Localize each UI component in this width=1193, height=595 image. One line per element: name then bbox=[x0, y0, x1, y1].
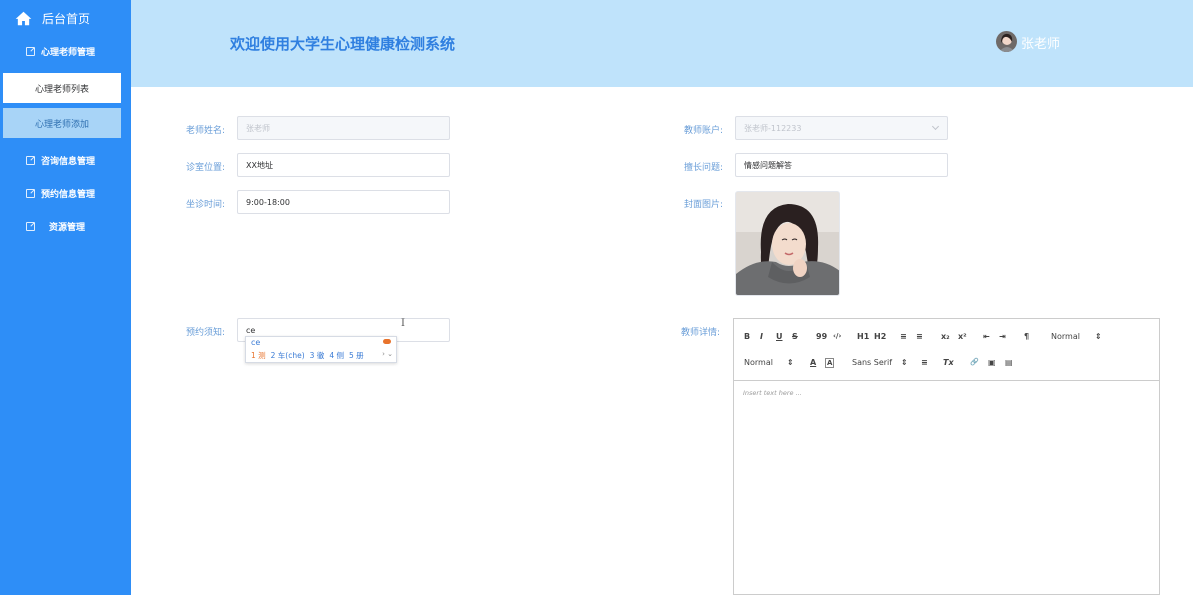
sidebar-item-label: 心理老师添加 bbox=[34, 119, 89, 130]
sidebar-item-label: 心理老师列表 bbox=[34, 84, 89, 95]
notice-label: 预约须知: bbox=[185, 328, 225, 338]
align-button[interactable]: ≡ bbox=[921, 358, 928, 367]
strike-button[interactable]: S bbox=[792, 332, 798, 341]
sidebar-item-teacher-add[interactable]: 心理老师添加 bbox=[3, 108, 121, 138]
ime-candidate-popup[interactable]: ce 1 测 2 车(che) 3 徹 4 侧 5 册 › ⌄ bbox=[245, 336, 397, 363]
location-input[interactable]: XX地址 bbox=[237, 153, 450, 177]
code-block-button[interactable]: ‹/› bbox=[833, 332, 841, 340]
ordered-list-button[interactable]: ≡ bbox=[900, 332, 907, 341]
chevron-down-icon bbox=[931, 122, 940, 131]
sidebar-item-teacher-list[interactable]: 心理老师列表 bbox=[3, 73, 121, 103]
ime-candidate[interactable]: 2 车(che) bbox=[271, 350, 305, 361]
specialty-input[interactable]: 情感问题解答 bbox=[735, 153, 948, 177]
hours-value: 9:00-18:00 bbox=[246, 197, 290, 207]
account-select: 张老师-112233 bbox=[735, 116, 948, 140]
chevron-updown-icon: ⇕ bbox=[901, 358, 908, 367]
edit-icon bbox=[26, 46, 35, 56]
hours-label: 坐诊时间: bbox=[185, 200, 225, 210]
menu-label: 心理老师管理 bbox=[41, 47, 96, 58]
menu-label: 资源管理 bbox=[49, 222, 86, 233]
name-value: 张老师 bbox=[246, 123, 270, 133]
indent-button[interactable]: ⇥ bbox=[999, 332, 1006, 341]
ime-candidate[interactable]: 4 侧 bbox=[329, 350, 344, 361]
link-icon[interactable]: 🔗 bbox=[970, 358, 979, 366]
clean-format-button[interactable]: Tx bbox=[943, 358, 954, 367]
home-icon bbox=[15, 11, 32, 25]
ime-typed-text: ce bbox=[251, 338, 261, 347]
size-select[interactable]: Normal bbox=[1051, 332, 1080, 341]
ime-candidate[interactable]: 1 测 bbox=[251, 350, 266, 361]
menu-teacher-management[interactable]: 心理老师管理 bbox=[26, 43, 95, 59]
underline-button[interactable]: U bbox=[776, 332, 783, 341]
hours-input[interactable]: 9:00-18:00 bbox=[237, 190, 450, 214]
editor-placeholder: Insert text here ... bbox=[743, 389, 802, 397]
page-title: 欢迎使用大学生心理健康检测系统 bbox=[230, 35, 456, 53]
chevron-updown-icon: ⇕ bbox=[787, 358, 794, 367]
font-select[interactable]: Sans Serif bbox=[852, 358, 892, 367]
specialty-label: 擅长问题: bbox=[683, 163, 723, 173]
edit-icon bbox=[26, 221, 35, 231]
header1-button[interactable]: H1 bbox=[857, 332, 869, 341]
text-cursor-icon: I bbox=[401, 318, 405, 329]
avatar[interactable] bbox=[996, 31, 1017, 52]
user-name[interactable]: 张老师 bbox=[1021, 33, 1060, 52]
menu-appointment-management[interactable]: 预约信息管理 bbox=[26, 185, 95, 201]
header: 欢迎使用大学生心理健康检测系统 张老师 bbox=[131, 0, 1193, 87]
header2-button[interactable]: H2 bbox=[874, 332, 886, 341]
account-label: 教师账户: bbox=[683, 126, 723, 136]
ime-candidates: 1 测 2 车(che) 3 徹 4 侧 5 册 bbox=[251, 350, 369, 361]
editor-toolbar: B I U S 99 ‹/› H1 H2 ≡ ≡ x₂ x² ⇤ ⇥ ¶ Nor… bbox=[734, 319, 1159, 381]
home-link[interactable]: 后台首页 bbox=[15, 9, 90, 27]
chevron-updown-icon: ⇕ bbox=[1095, 332, 1102, 341]
subscript-button[interactable]: x₂ bbox=[941, 332, 950, 341]
ime-logo-icon bbox=[383, 339, 391, 344]
italic-button[interactable]: I bbox=[760, 332, 763, 341]
ime-candidate[interactable]: 3 徹 bbox=[310, 350, 325, 361]
sidebar: 后台首页 心理老师管理 心理老师列表 心理老师添加 咨询信息管理 预约信息管理 … bbox=[0, 0, 131, 595]
edit-icon bbox=[26, 155, 35, 165]
account-value: 张老师-112233 bbox=[744, 123, 802, 133]
notice-value: ce bbox=[246, 325, 256, 335]
name-label: 老师姓名: bbox=[185, 126, 225, 136]
bullet-list-button[interactable]: ≡ bbox=[916, 332, 923, 341]
background-color-button[interactable]: A bbox=[825, 358, 835, 368]
detail-label: 教师详情: bbox=[680, 328, 720, 338]
menu-resource-management[interactable]: 资源管理 bbox=[26, 218, 85, 234]
menu-label: 咨询信息管理 bbox=[41, 156, 96, 167]
name-input: 张老师 bbox=[237, 116, 450, 140]
blockquote-button[interactable]: 99 bbox=[816, 332, 827, 341]
header-select[interactable]: Normal bbox=[744, 358, 773, 367]
specialty-value: 情感问题解答 bbox=[744, 160, 792, 170]
video-icon[interactable]: ▤ bbox=[1005, 358, 1013, 367]
direction-button[interactable]: ¶ bbox=[1024, 332, 1029, 341]
edit-icon bbox=[26, 188, 35, 198]
home-label: 后台首页 bbox=[42, 11, 91, 26]
cover-image[interactable] bbox=[735, 191, 840, 296]
menu-label: 预约信息管理 bbox=[41, 189, 96, 200]
outdent-button[interactable]: ⇤ bbox=[983, 332, 990, 341]
ime-candidate[interactable]: 5 册 bbox=[349, 350, 364, 361]
location-label: 诊室位置: bbox=[185, 163, 225, 173]
location-value: XX地址 bbox=[246, 160, 273, 170]
superscript-button[interactable]: x² bbox=[958, 332, 967, 341]
rich-text-editor[interactable]: B I U S 99 ‹/› H1 H2 ≡ ≡ x₂ x² ⇤ ⇥ ¶ Nor… bbox=[733, 318, 1160, 595]
menu-consult-management[interactable]: 咨询信息管理 bbox=[26, 152, 95, 168]
ime-more-button[interactable]: › ⌄ bbox=[382, 350, 393, 358]
bold-button[interactable]: B bbox=[744, 332, 750, 341]
image-icon[interactable]: ▣ bbox=[988, 358, 996, 367]
cover-label: 封面图片: bbox=[683, 200, 723, 210]
font-color-button[interactable]: A bbox=[810, 358, 816, 367]
